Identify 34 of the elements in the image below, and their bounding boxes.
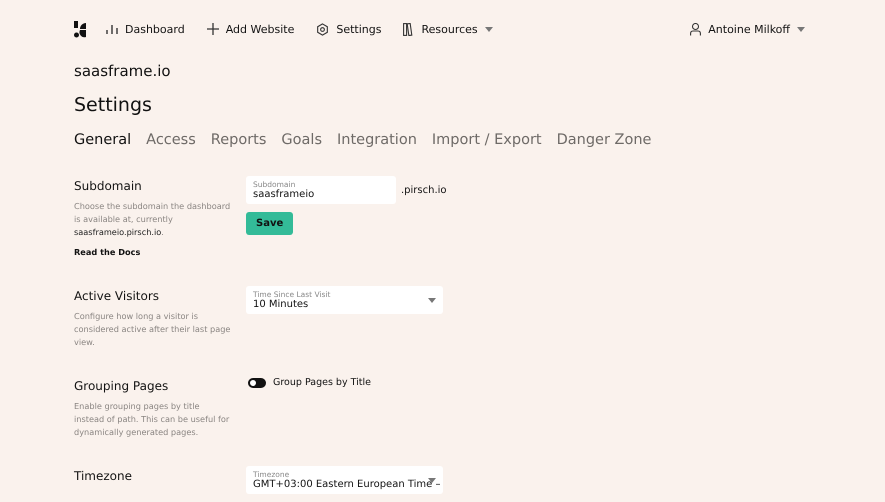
page-title: Settings: [74, 94, 153, 116]
books-icon: [403, 22, 414, 36]
nav-link[interactable]: Add Website: [206, 22, 294, 36]
logo-icon[interactable]: [74, 20, 86, 38]
save-button[interactable]: Save: [246, 212, 294, 235]
section-description: Configure how long a visitor is considered active after their last page view.: [74, 310, 232, 349]
section-title: Subdomain: [74, 179, 143, 193]
section-description: Enable grouping pages by title instead of path. This can be useful for dynamically generated pages.: [74, 400, 230, 439]
nav-link[interactable]: Settings: [316, 22, 382, 36]
settings-tab[interactable]: Goals: [281, 132, 322, 148]
settings-tab[interactable]: Access: [146, 132, 196, 148]
docs-link[interactable]: Read the Docs: [74, 247, 140, 257]
caret-icon: [428, 298, 436, 303]
settings-tab[interactable]: Integration: [337, 132, 417, 148]
user-menu[interactable]: Antoine Milkoff: [690, 22, 805, 36]
caret-icon: [797, 26, 805, 32]
toggle-label: Group Pages by Title: [273, 377, 371, 388]
toggle-switch[interactable]: [248, 378, 266, 388]
settings-icon: [316, 22, 330, 36]
settings-tab[interactable]: Reports: [210, 132, 266, 148]
section-title: Active Visitors: [74, 289, 160, 303]
section-title: Timezone: [74, 469, 133, 483]
bar-chart-icon: [106, 23, 118, 35]
section-title: Grouping Pages: [74, 379, 170, 393]
nav-link[interactable]: Dashboard: [106, 22, 185, 36]
settings-tab[interactable]: Danger Zone: [556, 132, 652, 148]
domain-suffix: .pirsch.io: [401, 184, 447, 196]
nav-link[interactable]: Resources: [403, 22, 493, 36]
plus-icon: [206, 23, 219, 35]
site-name: saasframe.io: [74, 62, 172, 80]
settings-tab[interactable]: General: [74, 132, 132, 148]
section-description: Choose the subdomain the dashboard is available at, currently saasframeio.pirsch.io.: [74, 200, 232, 239]
user-icon: [690, 22, 702, 36]
settings-tab[interactable]: Import / Export: [432, 132, 542, 148]
